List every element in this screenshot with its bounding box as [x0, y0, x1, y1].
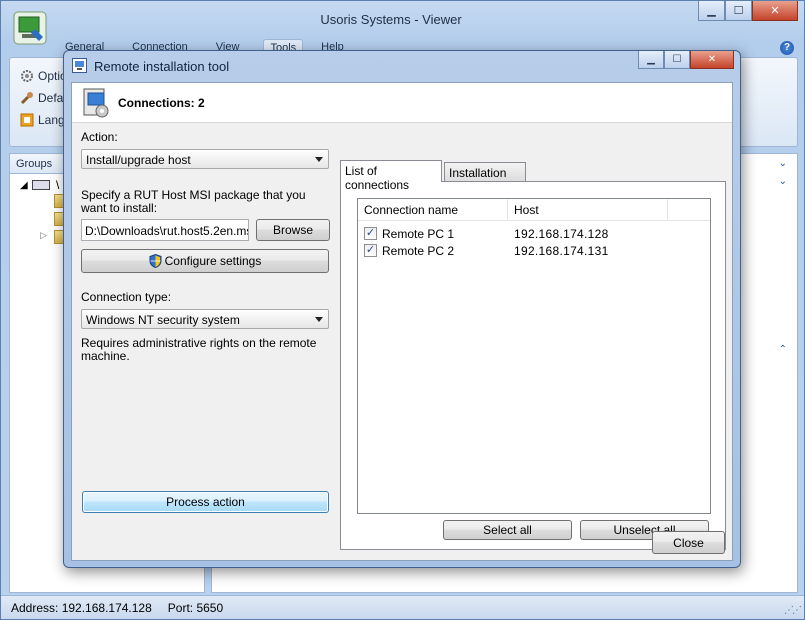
column-connection-name[interactable]: Connection name [358, 199, 508, 221]
list-item-host: 192.168.174.128 [514, 226, 609, 241]
tree-expand-arrow[interactable]: ◢ [20, 180, 28, 191]
resize-grip[interactable]: ⋰⋰ [784, 605, 802, 616]
connections-count: Connections: 2 [118, 96, 205, 110]
requirement-line2: machine. [81, 349, 130, 363]
action-label: Action: [81, 130, 118, 144]
main-close-button[interactable]: ✕ [752, 1, 798, 21]
connections-list[interactable]: Connection name Host ✓ Remote PC 1 192.1… [357, 198, 711, 514]
browse-button[interactable]: Browse [256, 219, 330, 241]
status-bar: Address: 192.168.174.128 Port: 5650 ⋰⋰ [1, 595, 804, 619]
chevron-up-icon[interactable]: ⌃ [779, 344, 787, 355]
network-root-icon [32, 180, 50, 190]
connection-type-value: Windows NT security system [86, 313, 240, 327]
dialog-header: Connections: 2 [72, 83, 732, 123]
dialog-maximize-button[interactable]: ☐ [664, 51, 690, 69]
row-checkbox[interactable]: ✓ [364, 227, 377, 240]
main-minimize-button[interactable]: ▁ [698, 1, 725, 21]
configure-settings-label: Configure settings [164, 254, 262, 268]
status-port: Port: 5650 [167, 600, 224, 615]
dialog-title-bar[interactable]: Remote installation tool ▁ ☐ ✕ [64, 51, 740, 77]
options-gear-icon [21, 70, 33, 82]
column-host[interactable]: Host [508, 199, 668, 221]
select-all-button[interactable]: Select all [443, 520, 572, 540]
package-path-input[interactable]: D:\Downloads\rut.host5.2en.msi [81, 219, 249, 241]
install-tool-icon [72, 58, 87, 73]
package-prompt-line2: want to install: [81, 201, 158, 215]
dialog-close-button[interactable]: ✕ [690, 51, 734, 69]
list-item[interactable]: ✓ Remote PC 2 192.168.174.131 [358, 242, 710, 259]
main-title-bar: Usoris Systems - Viewer ▁ ☐ ✕ [1, 1, 804, 45]
dialog-minimize-button[interactable]: ▁ [638, 51, 664, 69]
main-window-title: Usoris Systems - Viewer [320, 12, 462, 27]
connection-type-select[interactable]: Windows NT security system [81, 309, 329, 329]
chevron-down-icon[interactable]: ⌄ [779, 158, 787, 169]
connection-type-label: Connection type: [81, 290, 172, 304]
connections-tab-panel: Connection name Host ✓ Remote PC 1 192.1… [340, 181, 726, 550]
column-spacer [668, 199, 710, 221]
action-select-value: Install/upgrade host [86, 153, 191, 167]
list-item-name-cell: ✓ Remote PC 1 [358, 227, 508, 241]
tree-root-label: \ [56, 178, 60, 192]
default-wrench-icon [20, 92, 33, 105]
list-item-host: 192.168.174.131 [514, 243, 609, 258]
language-icon [20, 113, 34, 127]
chevron-down-icon [315, 317, 323, 322]
tab-installation-log[interactable]: Installation log [444, 162, 526, 194]
main-maximize-button[interactable]: ☐ [725, 1, 752, 21]
process-action-button[interactable]: Process action [82, 491, 329, 513]
tab-list-of-connections[interactable]: List of connections [340, 160, 442, 192]
connections-icon [83, 88, 109, 118]
chevron-down-icon [315, 157, 323, 162]
list-item-name: Remote PC 2 [382, 243, 455, 258]
configure-settings-button[interactable]: Configure settings [81, 249, 329, 273]
action-select[interactable]: Install/upgrade host [81, 149, 329, 169]
uac-shield-icon [149, 254, 162, 268]
row-checkbox[interactable]: ✓ [364, 244, 377, 257]
list-header: Connection name Host [358, 199, 710, 221]
chevron-down-icon[interactable]: ⌄ [779, 176, 787, 187]
list-item-name-cell: ✓ Remote PC 2 [358, 244, 508, 258]
dialog-client-area: Connections: 2 Action: Install/upgrade h… [71, 82, 733, 561]
list-item[interactable]: ✓ Remote PC 1 192.168.174.128 [358, 225, 710, 242]
remote-installation-dialog: Remote installation tool ▁ ☐ ✕ Connectio… [63, 50, 741, 568]
list-item-name: Remote PC 1 [382, 226, 455, 241]
tree-expand-arrow[interactable]: ▷ [40, 230, 47, 241]
status-address: Address: 192.168.174.128 [11, 600, 152, 615]
dialog-title: Remote installation tool [94, 59, 230, 74]
help-icon[interactable]: ? [780, 41, 794, 55]
close-button[interactable]: Close [652, 531, 725, 554]
